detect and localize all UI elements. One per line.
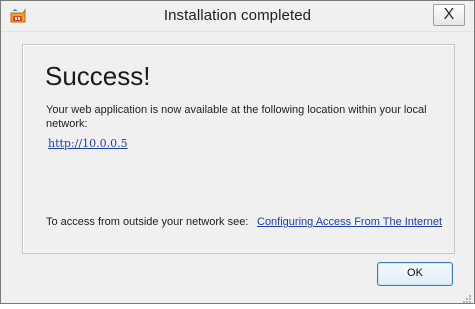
- availability-message: Your web application is now available at…: [46, 104, 427, 130]
- close-button[interactable]: X: [433, 4, 465, 26]
- window-title: Installation completed: [163, 7, 312, 24]
- outside-access-label: To access from outside your network see:: [46, 216, 249, 228]
- application-url-link[interactable]: http://10.0.0.5: [48, 137, 128, 150]
- content-panel: Success! Your web application is now ava…: [22, 44, 455, 254]
- ok-button-label: OK: [407, 267, 423, 279]
- ok-button[interactable]: OK: [377, 262, 453, 286]
- close-icon: X: [443, 6, 455, 23]
- resize-grip-icon[interactable]: [462, 291, 472, 303]
- internet-access-help-link[interactable]: Configuring Access From The Internet: [257, 216, 442, 228]
- installation-dialog: Installation completed X Success! Your w…: [0, 0, 475, 304]
- title-bar[interactable]: Installation completed X: [1, 1, 474, 32]
- success-heading: Success!: [45, 61, 151, 91]
